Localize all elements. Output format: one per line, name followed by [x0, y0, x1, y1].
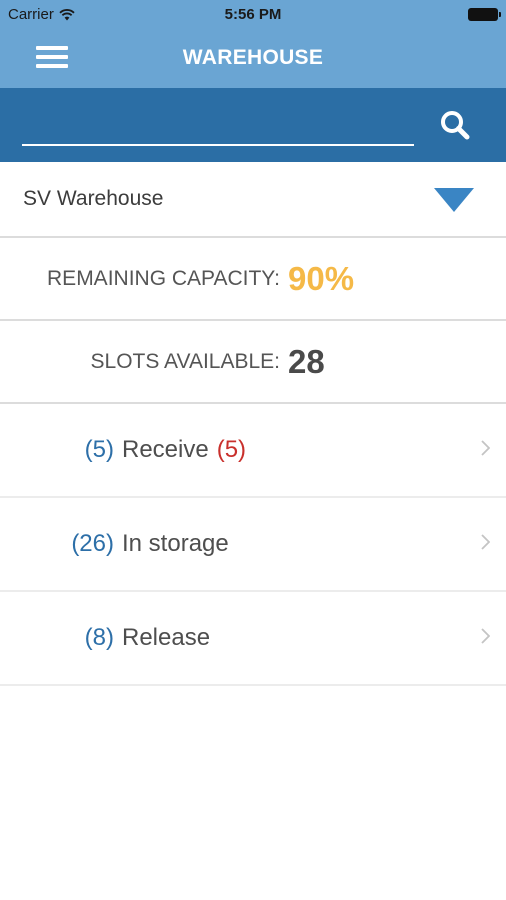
status-time: 5:56 PM — [224, 6, 282, 23]
nav-bar: WAREHOUSE — [0, 30, 506, 88]
in-storage-label: In storage — [122, 530, 229, 557]
list-item-receive[interactable]: (5) Receive (5) — [0, 404, 506, 498]
dropdown-triangle-icon[interactable] — [434, 188, 474, 212]
warehouse-app: Carrier 5:56 PM WAREHOUSE SV Warehouse R… — [0, 0, 506, 900]
chevron-right-icon — [481, 440, 490, 456]
remaining-capacity-row: REMAINING CAPACITY: 90% — [0, 238, 506, 321]
receive-badge: (5) — [216, 436, 247, 463]
search-input[interactable] — [22, 110, 414, 146]
slots-available-value: 28 — [288, 342, 325, 380]
search-icon[interactable] — [438, 108, 472, 142]
remaining-capacity-value: 90% — [288, 259, 355, 297]
selected-warehouse: SV Warehouse — [23, 187, 164, 210]
top-bar: Carrier 5:56 PM WAREHOUSE — [0, 0, 506, 88]
slots-available-label: SLOTS AVAILABLE: — [90, 349, 280, 373]
page-title: WAREHOUSE — [182, 46, 324, 69]
chevron-right-icon — [481, 628, 490, 644]
status-bar: Carrier 5:56 PM — [0, 0, 506, 30]
release-count: (8) — [84, 624, 114, 651]
receive-count: (5) — [84, 436, 114, 463]
warehouse-selector[interactable]: SV Warehouse — [0, 162, 506, 238]
list-item-in-storage[interactable]: (26) In storage — [0, 498, 506, 592]
list-item-release[interactable]: (8) Release — [0, 592, 506, 686]
remaining-capacity-label: REMAINING CAPACITY: — [47, 266, 280, 290]
slots-available-row: SLOTS AVAILABLE: 28 — [0, 321, 506, 404]
receive-label: Receive — [122, 436, 209, 463]
release-label: Release — [122, 624, 211, 651]
battery-icon — [468, 8, 501, 21]
search-bar — [0, 88, 506, 162]
chevron-right-icon — [481, 534, 490, 550]
in-storage-count: (26) — [71, 530, 114, 557]
